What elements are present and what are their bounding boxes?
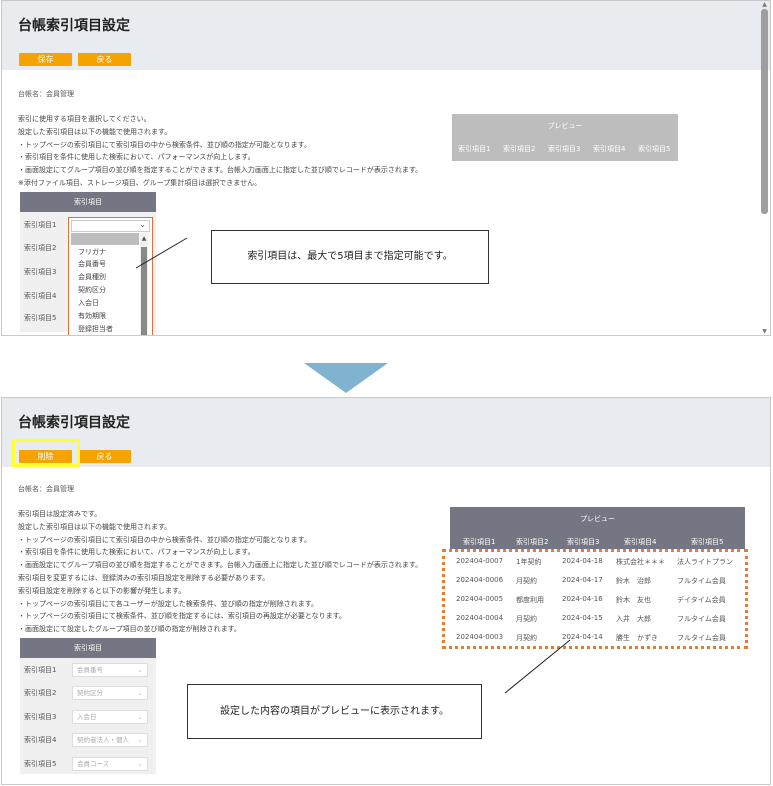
description: 索引項目は設定済みです。 設定した索引項目は以下の機能で使用されます。 ・トップ… <box>18 508 422 636</box>
index-row-label: 索引項目2 <box>24 244 57 252</box>
page-title: 台帳索引項目設定 <box>18 415 130 431</box>
dropdown-option[interactable]: 会員種別 <box>78 272 106 282</box>
description-line: ・索引項目を条件に使用した検索において、パフォーマンスが向上します。 <box>18 548 255 557</box>
index-select-disabled: 入会日 ⌄ <box>72 710 148 724</box>
arrow-down-icon <box>304 363 388 393</box>
select-value: 契約者法人・個人 <box>77 736 129 744</box>
description-line: ・画面設定にてグループ項目の並び順を指定することができます。台帳入力画面上に指定… <box>18 166 423 175</box>
index-table: 索引項目 索引項目1 会員番号 ⌄ 索引項目2 契約区分 ⌄ 索引項目3 入会日 ⌄ … <box>20 638 156 774</box>
index-select-dropdown[interactable]: ⌄ フリガナ 会員番号 会員種別 契約区分 入会日 有効期限 登録担当者 ▲ <box>68 217 153 335</box>
index-row-label: 索引項目3 <box>24 268 57 276</box>
dropdown-highlight-option[interactable] <box>71 233 139 245</box>
dropdown-option[interactable]: 有効期限 <box>78 311 106 321</box>
description: 索引に使用する項目を選択してください。 設定した索引項目は以下の機能で使用されま… <box>18 113 422 190</box>
toolbar: 削除 戻る <box>2 439 770 467</box>
toolbar: 保存 戻る <box>2 48 770 70</box>
preview-column: 索引項目2 <box>516 538 549 546</box>
index-row-label: 索引項目4 <box>24 736 57 744</box>
dropdown-option[interactable]: 登録担当者 <box>78 324 113 334</box>
back-button[interactable]: 戻る <box>78 53 131 66</box>
scrollbar-thumb[interactable] <box>761 9 768 214</box>
ledger-name: 台帳名：会員管理 <box>18 485 74 493</box>
index-row-label: 索引項目1 <box>24 666 57 674</box>
screen-before: 台帳索引項目設定 保存 戻る 台帳名：会員管理 索引に使用する項目を選択してくだ… <box>1 0 771 336</box>
preview-column: 索引項目4 <box>624 538 657 546</box>
preview-panel: プレビュー 索引項目1 索引項目2 索引項目3 索引項目4 索引項目5 <box>450 507 745 549</box>
preview-column: 索引項目1 <box>463 538 496 546</box>
description-line: ・トップページの索引項目にて検索条件、並び順を指定するには、索引項目の再設定が必… <box>18 612 346 621</box>
preview-column: 索引項目5 <box>638 145 671 153</box>
index-row-label: 索引項目2 <box>24 689 57 697</box>
description-line: 索引項目は設定済みです。 <box>18 510 102 518</box>
description-line: ※添付ファイル項目、ストレージ項目、グループ集計項目は選択できません。 <box>18 178 262 187</box>
description-line: 設定した索引項目は以下の機能で使用されます。 <box>18 522 172 531</box>
back-button[interactable]: 戻る <box>78 450 131 463</box>
callout-max-items: 索引項目は、最大で5項目まで指定可能です。 <box>211 230 489 284</box>
page-scrollbar[interactable]: ▲ ▼ <box>761 1 768 335</box>
index-row-label: 索引項目5 <box>24 314 57 322</box>
description-line: 索引項目設定を削除すると以下の影響が発生します。 <box>18 586 186 595</box>
delete-button-highlight <box>12 439 80 467</box>
description-line: ・トップページの索引項目にて各ユーザーが設定した検索条件、並び順の指定が削除され… <box>18 599 319 608</box>
ledger-name: 台帳名：会員管理 <box>18 90 74 98</box>
description-line: ・画面設定にて設定したグループ項目の並び順の指定が削除されます。 <box>18 625 241 634</box>
select-value: 会員コース <box>77 760 110 768</box>
dropdown-option[interactable]: 契約区分 <box>78 285 106 295</box>
preview-column: 索引項目4 <box>593 145 626 153</box>
select-value: 入会日 <box>77 713 97 721</box>
preview-title: プレビュー <box>580 515 615 523</box>
dropdown-option[interactable]: フリガナ <box>78 247 106 257</box>
description-line: ・トップページの索引項目にて索引項目の中から検索条件、並び順の指定が可能となりま… <box>18 535 311 544</box>
chevron-down-icon: ⌄ <box>137 689 143 697</box>
preview-column: 索引項目3 <box>548 145 581 153</box>
dropdown-option[interactable]: 入会日 <box>78 298 99 308</box>
index-select-disabled: 契約区分 ⌄ <box>72 686 148 700</box>
select-value: 会員番号 <box>77 666 103 674</box>
description-line: 索引項目を変更するには、登録済みの索引項目設定を削除する必要があります。 <box>18 573 270 582</box>
page-title: 台帳索引項目設定 <box>18 18 130 34</box>
index-row-label: 索引項目1 <box>24 221 57 229</box>
dropdown-scrollbar[interactable]: ▲ <box>140 233 148 335</box>
description-line: 設定した索引項目は以下の機能で使用されます。 <box>18 127 172 136</box>
scroll-up-icon[interactable]: ▲ <box>761 1 768 8</box>
title-bar: 台帳索引項目設定 <box>2 1 770 48</box>
chevron-down-icon: ⌄ <box>137 713 143 721</box>
index-select-field[interactable]: ⌄ <box>71 220 150 232</box>
description-line: 索引に使用する項目を選択してください。 <box>18 115 151 123</box>
title-bar: 台帳索引項目設定 <box>2 398 770 445</box>
index-table-header: 索引項目 <box>20 638 156 658</box>
index-row-label: 索引項目5 <box>24 760 57 768</box>
save-button[interactable]: 保存 <box>19 53 72 66</box>
index-table-header: 索引項目 <box>20 192 156 212</box>
chevron-down-icon: ⌄ <box>137 736 143 744</box>
preview-column: 索引項目5 <box>691 538 724 546</box>
scroll-down-icon[interactable]: ▼ <box>761 328 768 335</box>
index-select-disabled: 会員コース ⌄ <box>72 757 148 771</box>
chevron-down-icon: ⌄ <box>137 666 143 674</box>
preview-column: 索引項目3 <box>567 538 600 546</box>
scrollbar-thumb[interactable] <box>141 247 147 335</box>
description-line: ・画面設定にてグループ項目の並び順を指定することができます。台帳入力画面上に指定… <box>18 561 423 570</box>
preview-column: 索引項目1 <box>458 145 491 153</box>
chevron-down-icon: ⌄ <box>139 220 146 229</box>
scroll-up-icon[interactable]: ▲ <box>140 235 148 242</box>
preview-panel: プレビュー 索引項目1 索引項目2 索引項目3 索引項目4 索引項目5 <box>452 114 678 161</box>
index-row-label: 索引項目4 <box>24 292 57 300</box>
preview-title: プレビュー <box>547 122 583 130</box>
callout-preview: 設定した内容の項目がプレビューに表示されます。 <box>187 684 482 739</box>
select-value: 契約区分 <box>77 689 103 697</box>
index-row-label: 索引項目3 <box>24 713 57 721</box>
dropdown-option[interactable]: 会員番号 <box>78 259 106 269</box>
description-line: ・索引項目を条件に使用した検索において、パフォーマンスが向上します。 <box>18 153 255 162</box>
index-select-disabled: 契約者法人・個人 ⌄ <box>72 733 148 747</box>
index-select-disabled: 会員番号 ⌄ <box>72 663 148 677</box>
preview-highlight-frame <box>442 549 748 649</box>
chevron-down-icon: ⌄ <box>137 760 143 768</box>
preview-column: 索引項目2 <box>503 145 536 153</box>
description-line: ・トップページの索引項目にて索引項目の中から検索条件、並び順の指定が可能となりま… <box>18 140 311 149</box>
